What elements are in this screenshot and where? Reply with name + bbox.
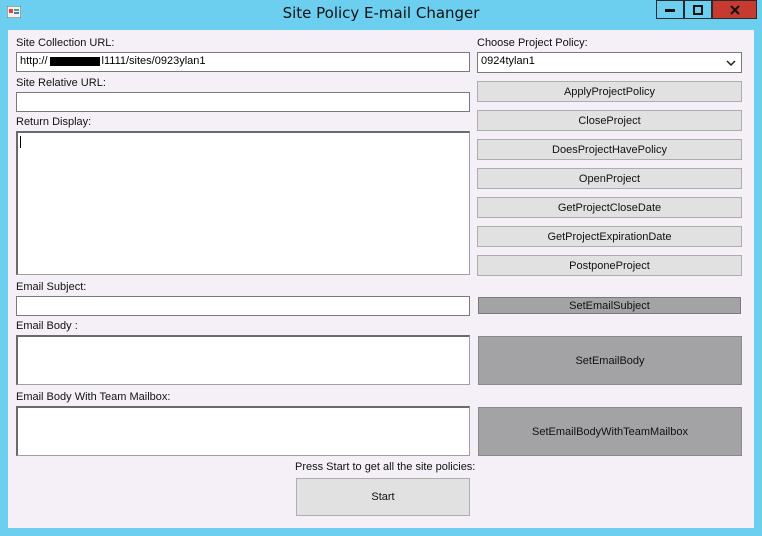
site-collection-label: Site Collection URL: [16,37,115,49]
email-subject-label: Email Subject: [16,281,87,293]
minimize-button[interactable] [656,0,684,19]
set-email-subject-button[interactable]: SetEmailSubject [478,297,741,314]
open-project-button[interactable]: OpenProject [477,168,742,189]
minimize-icon [665,8,675,12]
set-email-body-button[interactable]: SetEmailBody [478,336,742,385]
return-display-label: Return Display: [16,116,92,128]
email-body-textarea[interactable] [16,335,470,385]
site-collection-prefix: http:// [20,55,48,67]
close-project-button[interactable]: CloseProject [477,110,742,131]
start-prompt: Press Start to get all the site policies… [295,461,476,473]
does-project-have-policy-button[interactable]: DoesProjectHavePolicy [477,139,742,160]
policy-select-value: 0924tylan1 [481,55,535,67]
site-relative-input[interactable] [16,92,470,112]
chevron-down-icon [726,60,736,66]
close-icon [729,4,740,15]
maximize-icon [693,4,703,15]
site-collection-input[interactable]: http:// l1111/sites/0923ylan1 [16,52,470,72]
window-title: Site Policy E-mail Changer [282,4,480,22]
site-collection-suffix: l1111/sites/0923ylan1 [101,55,206,67]
maximize-button[interactable] [684,0,712,19]
title-bar[interactable]: Site Policy E-mail Changer [0,0,762,26]
email-body-label: Email Body : [16,320,78,332]
email-body-team-textarea[interactable] [16,406,470,456]
email-subject-input[interactable] [16,296,470,316]
text-caret [20,136,21,148]
return-display-textarea[interactable] [16,131,470,275]
choose-policy-label: Choose Project Policy: [477,37,588,49]
postpone-project-button[interactable]: PostponeProject [477,255,742,276]
apply-project-policy-button[interactable]: ApplyProjectPolicy [477,81,742,102]
get-project-close-date-button[interactable]: GetProjectCloseDate [477,197,742,218]
main-form: Site Collection URL: http:// l1111/sites/… [8,30,754,528]
site-relative-label: Site Relative URL: [16,77,106,89]
get-project-expiration-date-button[interactable]: GetProjectExpirationDate [477,226,742,247]
redacted-block [49,56,100,66]
set-email-body-team-button[interactable]: SetEmailBodyWithTeamMailbox [478,407,742,456]
start-button[interactable]: Start [296,478,470,516]
policy-select[interactable]: 0924tylan1 [477,52,742,73]
close-button[interactable] [712,0,757,19]
email-body-team-label: Email Body With Team Mailbox: [16,391,171,403]
